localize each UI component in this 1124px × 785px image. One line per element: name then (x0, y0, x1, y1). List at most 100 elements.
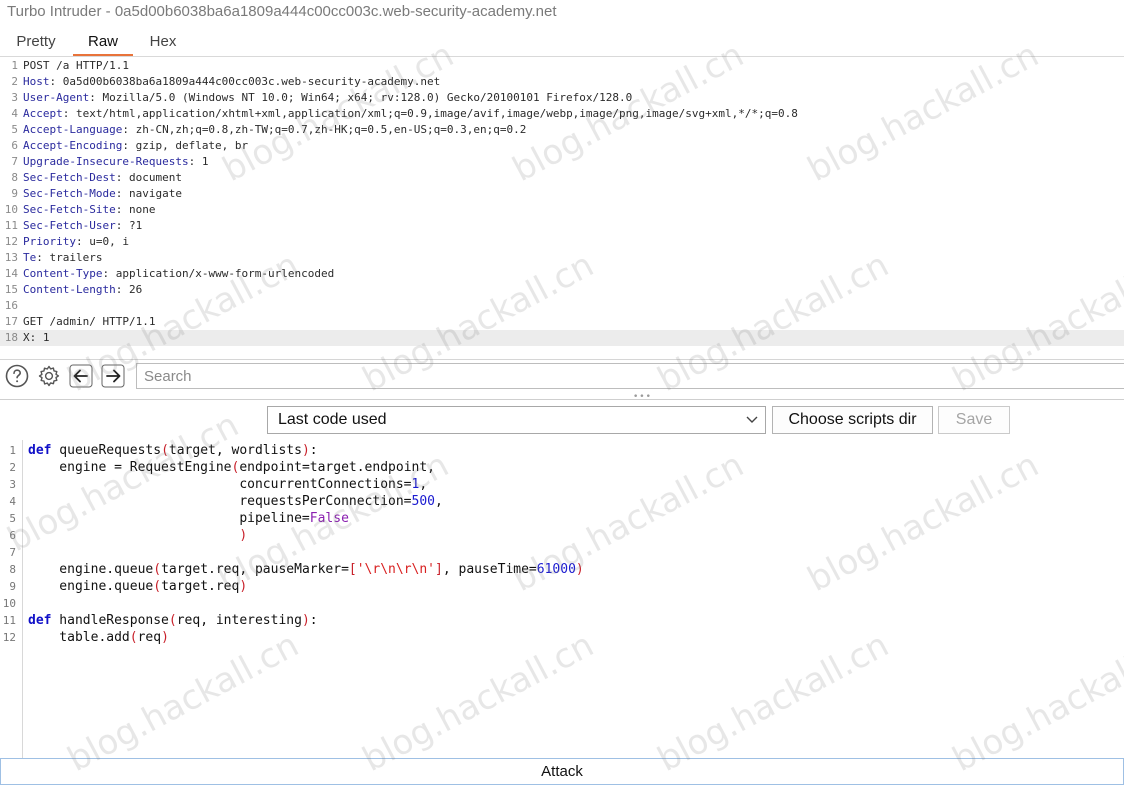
script-line-text: engine = RequestEngine(endpoint=target.e… (28, 460, 435, 475)
script-line: 2 engine = RequestEngine(endpoint=target… (0, 459, 1124, 476)
line-number: 1 (11, 59, 18, 72)
script-line: 1 def queueRequests(target, wordlists): (0, 442, 1124, 459)
line-number: 4 (11, 107, 18, 120)
line-number: 10 (2, 597, 16, 610)
request-line: 5 Accept-Language: zh-CN,zh;q=0.8,zh-TW;q… (0, 122, 1124, 138)
header-name: Host (23, 75, 50, 88)
line-number: 12 (2, 631, 16, 644)
line-number: 3 (11, 91, 18, 104)
header-name: Te (23, 251, 37, 264)
request-line: 4 Accept: text/html,application/xhtml+xml… (0, 106, 1124, 122)
script-line-text: pipeline=False (28, 511, 349, 526)
tab-raw[interactable]: Raw (73, 30, 133, 56)
view-tabs: Pretty Raw Hex (0, 30, 1124, 57)
gear-icon[interactable] (37, 364, 61, 388)
line-number: 15 (4, 283, 18, 296)
line-number: 7 (11, 155, 18, 168)
request-line: 9 Sec-Fetch-Mode: navigate (0, 186, 1124, 202)
splitter-grip[interactable]: ••• (633, 393, 652, 402)
line-number: 6 (11, 139, 18, 152)
line-number: 1 (9, 444, 16, 457)
script-line: 9 engine.queue(target.req) (0, 578, 1124, 595)
header-name: Priority (23, 235, 76, 248)
request-line-text: Sec-Fetch-User: ?1 (23, 219, 143, 232)
script-line-text: concurrentConnections=1, (28, 477, 428, 492)
request-line: 10 Sec-Fetch-Site: none (0, 202, 1124, 218)
script-select-value: Last code used (278, 411, 387, 428)
tab-hex[interactable]: Hex (133, 30, 193, 56)
save-button[interactable]: Save (938, 406, 1010, 434)
request-line-text: Accept-Language: zh-CN,zh;q=0.8,zh-TW;q=… (23, 123, 527, 136)
window-title: Turbo Intruder - 0a5d00b6038ba6a1809a444… (7, 3, 557, 20)
script-line: 3 concurrentConnections=1, (0, 476, 1124, 493)
line-number: 6 (9, 529, 16, 542)
script-line: 6 ) (0, 527, 1124, 544)
script-select[interactable]: Last code used (267, 406, 766, 434)
request-line-text: User-Agent: Mozilla/5.0 (Windows NT 10.0… (23, 91, 633, 104)
request-line-text: Content-Length: 26 (23, 283, 143, 296)
script-line: 5 pipeline=False (0, 510, 1124, 527)
header-name: Content-Length (23, 283, 116, 296)
script-line-text: engine.queue(target.req, pauseMarker=['\… (28, 562, 584, 577)
request-line: 12 Priority: u=0, i (0, 234, 1124, 250)
chevron-down-icon (746, 416, 758, 423)
line-number: 7 (9, 546, 16, 559)
header-name: Content-Type (23, 267, 103, 280)
script-editor[interactable]: 1 def queueRequests(target, wordlists): 2 … (0, 440, 1124, 758)
request-line: 8 Sec-Fetch-Dest: document (0, 170, 1124, 186)
request-line: 13 Te: trailers (0, 250, 1124, 266)
request-line: 14 Content-Type: application/x-www-form-u… (0, 266, 1124, 282)
raw-request-editor[interactable]: 1 POST /a HTTP/1.1 2 Host: 0a5d00b6038ba6a1… (0, 58, 1124, 350)
request-line: 18 X: 1 (0, 330, 1124, 346)
line-number: 13 (4, 251, 18, 264)
line-number: 11 (4, 219, 18, 232)
question-circle-icon[interactable] (5, 364, 29, 388)
line-number: 11 (2, 614, 16, 627)
arrow-left-icon[interactable] (69, 364, 93, 388)
line-number: 2 (9, 461, 16, 474)
line-number: 18 (4, 331, 18, 344)
line-number: 5 (9, 512, 16, 525)
script-line: 8 engine.queue(target.req, pauseMarker=[… (0, 561, 1124, 578)
script-line: 12 table.add(req) (0, 629, 1124, 646)
line-number: 9 (9, 580, 16, 593)
script-line: 4 requestsPerConnection=500, (0, 493, 1124, 510)
request-line-text: X: 1 (23, 331, 50, 344)
request-line: 6 Accept-Encoding: gzip, deflate, br (0, 138, 1124, 154)
header-name: Sec-Fetch-Mode (23, 187, 116, 200)
request-line-text: Accept: text/html,application/xhtml+xml,… (23, 107, 798, 120)
search-input[interactable] (137, 364, 1124, 388)
request-line-text: GET /admin/ HTTP/1.1 (23, 315, 156, 328)
request-line-text: Content-Type: application/x-www-form-url… (23, 267, 335, 280)
request-line-text: Accept-Encoding: gzip, deflate, br (23, 139, 249, 152)
request-line-text: POST /a HTTP/1.1 (23, 59, 129, 72)
script-line-text: def handleResponse(req, interesting): (28, 613, 318, 628)
choose-scripts-dir-button[interactable]: Choose scripts dir (772, 406, 933, 434)
request-line: 2 Host: 0a5d00b6038ba6a1809a444c00cc003c.… (0, 74, 1124, 90)
request-line: 16 (0, 298, 1124, 314)
script-line-text: engine.queue(target.req) (28, 579, 248, 594)
search-toolbar (0, 359, 1124, 392)
line-number: 17 (4, 315, 18, 328)
header-name: Sec-Fetch-Site (23, 203, 116, 216)
header-name: Upgrade-Insecure-Requests (23, 155, 189, 168)
line-number: 16 (4, 299, 18, 312)
header-name: User-Agent (23, 91, 90, 104)
line-number: 12 (4, 235, 18, 248)
request-line-text: Sec-Fetch-Mode: navigate (23, 187, 182, 200)
script-line: 10 (0, 595, 1124, 612)
line-number: 4 (9, 495, 16, 508)
arrow-right-icon[interactable] (101, 364, 125, 388)
tab-pretty[interactable]: Pretty (6, 30, 66, 56)
request-line-text: Sec-Fetch-Dest: document (23, 171, 182, 184)
search-box (136, 363, 1124, 389)
attack-button[interactable]: Attack (0, 758, 1124, 785)
header-name: Sec-Fetch-Dest (23, 171, 116, 184)
pane-splitter[interactable]: ••• (0, 393, 1124, 402)
request-line: 1 POST /a HTTP/1.1 (0, 58, 1124, 74)
request-line: 15 Content-Length: 26 (0, 282, 1124, 298)
script-line-text: table.add(req) (28, 630, 169, 645)
line-number: 5 (11, 123, 18, 136)
line-number: 3 (9, 478, 16, 491)
line-number: 10 (4, 203, 18, 216)
